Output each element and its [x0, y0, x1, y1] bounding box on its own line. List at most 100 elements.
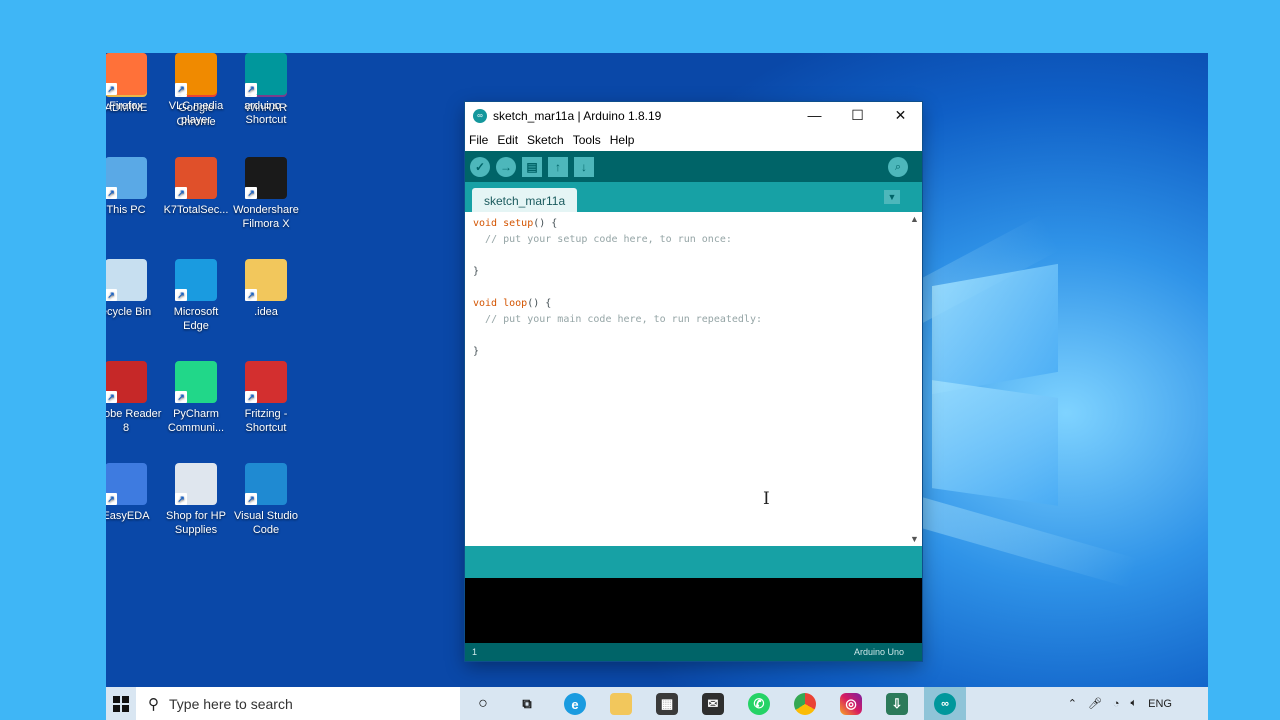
arduino-ide-window: ∞ sketch_mar11a | Arduino 1.8.19 — ☐ ✕ F… [465, 102, 922, 661]
tab-sketch[interactable]: sketch_mar11a [472, 188, 578, 212]
open-icon[interactable]: ↑ [548, 156, 568, 177]
scroll-up-icon[interactable]: ▲ [910, 214, 919, 224]
desktop-shortcut-label: Wondershare Filmora X [233, 204, 299, 230]
shortcut-arrow-icon: ↗ [175, 289, 187, 301]
desktop-shortcut[interactable]: ↗ arduino - Shortcut [230, 53, 302, 127]
desktop-shortcut[interactable]: ↗ Firefox [106, 53, 162, 113]
scroll-down-icon[interactable]: ▼ [910, 534, 919, 544]
desktop-shortcut[interactable]: ↗ ecycle Bin [106, 259, 162, 319]
function-name: setup [503, 218, 534, 229]
menu-edit[interactable]: Edit [497, 133, 518, 147]
desktop-shortcut[interactable]: ↗ Fritzing - Shortcut [230, 361, 302, 435]
close-button[interactable]: ✕ [879, 107, 922, 124]
desktop-shortcut-label: EasyEDA [106, 510, 150, 522]
cortana-icon[interactable]: ○ [472, 693, 494, 715]
desktop-shortcut-label: Microsoft Edge [173, 306, 219, 332]
shortcut-arrow-icon: ↗ [245, 83, 257, 95]
pycharm-icon: ↗ [175, 361, 217, 403]
file-explorer-icon[interactable] [610, 693, 632, 715]
recycle-bin-icon: ↗ [106, 259, 147, 301]
shortcut-arrow-icon: ↗ [245, 187, 257, 199]
taskbar-search[interactable]: ⚲ Type here to search [136, 687, 460, 720]
desktop-shortcut[interactable]: ↗ Wondershare Filmora X [230, 157, 302, 231]
shortcut-arrow-icon: ↗ [175, 187, 187, 199]
arduino-icon: ∞ [934, 692, 956, 715]
mail-icon[interactable]: ✉ [702, 693, 724, 715]
shortcut-arrow-icon: ↗ [106, 83, 117, 95]
text-cursor-icon: I [763, 489, 770, 509]
chrome-icon[interactable] [794, 693, 816, 715]
desktop-shortcut[interactable]: ↗ Visual Studio Code [230, 463, 302, 537]
adobe-reader-icon: ↗ [106, 361, 147, 403]
whatsapp-icon[interactable]: ✆ [748, 693, 770, 715]
microphone-icon[interactable]: 🎤︎ [1088, 697, 1102, 710]
desktop-shortcut[interactable]: ↗ K7TotalSec... [160, 157, 232, 217]
easyeda-icon: ↗ [106, 463, 147, 505]
window-title: sketch_mar11a | Arduino 1.8.19 [493, 108, 662, 123]
desktop-shortcut-label: VLC media player [168, 100, 224, 126]
filmora-icon: ↗ [245, 157, 287, 199]
instagram-icon[interactable]: ◎ [840, 693, 862, 715]
code-text[interactable]: void setup() { // put your setup code he… [473, 216, 762, 360]
menu-tools[interactable]: Tools [573, 133, 601, 147]
store-icon[interactable]: ▦ [656, 693, 678, 715]
desktop-shortcut[interactable]: ↗ Shop for HP Supplies [160, 463, 232, 537]
desktop-shortcut[interactable]: ↗ .idea [230, 259, 302, 319]
desktop-shortcut-label: arduino - Shortcut [244, 100, 288, 126]
menu-file[interactable]: File [469, 133, 488, 147]
windows-icon [113, 695, 129, 712]
desktop-shortcut[interactable]: ↗ This PC [106, 157, 162, 217]
desktop-shortcut[interactable]: ↗ Microsoft Edge [160, 259, 232, 333]
minimize-button[interactable]: — [793, 107, 836, 124]
upload-icon[interactable]: → [496, 156, 516, 177]
serial-monitor-icon[interactable]: ⌕ [888, 157, 908, 177]
board-name: Arduino Uno [853, 647, 904, 657]
network-icon[interactable]: ◔ [1113, 698, 1120, 710]
desktop-shortcut[interactable]: ↗ PyCharm Communi... [160, 361, 232, 435]
new-icon[interactable]: ▤ [522, 156, 542, 177]
arduino-taskbar-button[interactable]: ∞ [924, 687, 966, 720]
taskbar: ⚲ Type here to search ○ ⧉ e ▦ ✉ ✆ ◎ ⇩ ∞ … [106, 687, 1208, 720]
line-number: 1 [472, 647, 478, 657]
language-indicator[interactable]: ENG [1148, 698, 1172, 710]
vertical-scrollbar[interactable]: ▲ ▼ [907, 212, 922, 546]
volume-icon[interactable]: 🔈︎ [1131, 697, 1138, 710]
shortcut-arrow-icon: ↗ [106, 289, 117, 301]
save-icon[interactable]: ↓ [574, 156, 594, 177]
verify-icon[interactable]: ✓ [470, 156, 490, 177]
function-name: loop [503, 298, 528, 309]
shortcut-arrow-icon: ↗ [175, 83, 187, 95]
start-button[interactable] [106, 687, 136, 720]
desktop-shortcut[interactable]: ↗ EasyEDA [106, 463, 162, 523]
task-view-icon[interactable]: ⧉ [516, 693, 538, 715]
desktop-shortcut-label: K7TotalSec... [163, 204, 229, 216]
tab-bar: sketch_mar11a ▼ [465, 182, 922, 212]
menu-sketch[interactable]: Sketch [527, 133, 564, 147]
keyword: void [473, 298, 498, 309]
edge-icon[interactable]: e [564, 693, 586, 715]
hp-printer-icon: ↗ [175, 463, 217, 505]
title-bar[interactable]: ∞ sketch_mar11a | Arduino 1.8.19 — ☐ ✕ [465, 102, 922, 129]
desktop-shortcut-label: ecycle Bin [106, 306, 152, 318]
desktop-shortcut-label: Visual Studio Code [233, 510, 298, 536]
desktop-shortcut-label: Shop for HP Supplies [166, 510, 226, 536]
desktop-shortcut[interactable]: ↗ Adobe Reader 8 [106, 361, 162, 435]
desktop-shortcut[interactable]: ↗ VLC media player [160, 53, 232, 127]
desktop-shortcut-label: Adobe Reader 8 [106, 408, 162, 434]
tray-expand-icon[interactable]: ⌃ [1068, 697, 1077, 710]
folder-icon: ↗ [245, 259, 287, 301]
installer-icon[interactable]: ⇩ [886, 693, 908, 715]
code-editor[interactable]: void setup() { // put your setup code he… [465, 212, 922, 546]
menu-help[interactable]: Help [610, 133, 635, 147]
maximize-button[interactable]: ☐ [836, 107, 879, 124]
windows-logo-pane [932, 263, 1058, 395]
fritzing-icon: ↗ [245, 361, 287, 403]
console-output[interactable] [465, 578, 922, 643]
shortcut-arrow-icon: ↗ [245, 289, 257, 301]
firefox-icon: ↗ [106, 53, 147, 95]
shortcut-arrow-icon: ↗ [175, 493, 187, 505]
shortcut-arrow-icon: ↗ [106, 187, 117, 199]
tab-menu-icon[interactable]: ▼ [884, 190, 900, 204]
windows-logo-pane [932, 380, 1058, 506]
k7-security-icon: ↗ [175, 157, 217, 199]
